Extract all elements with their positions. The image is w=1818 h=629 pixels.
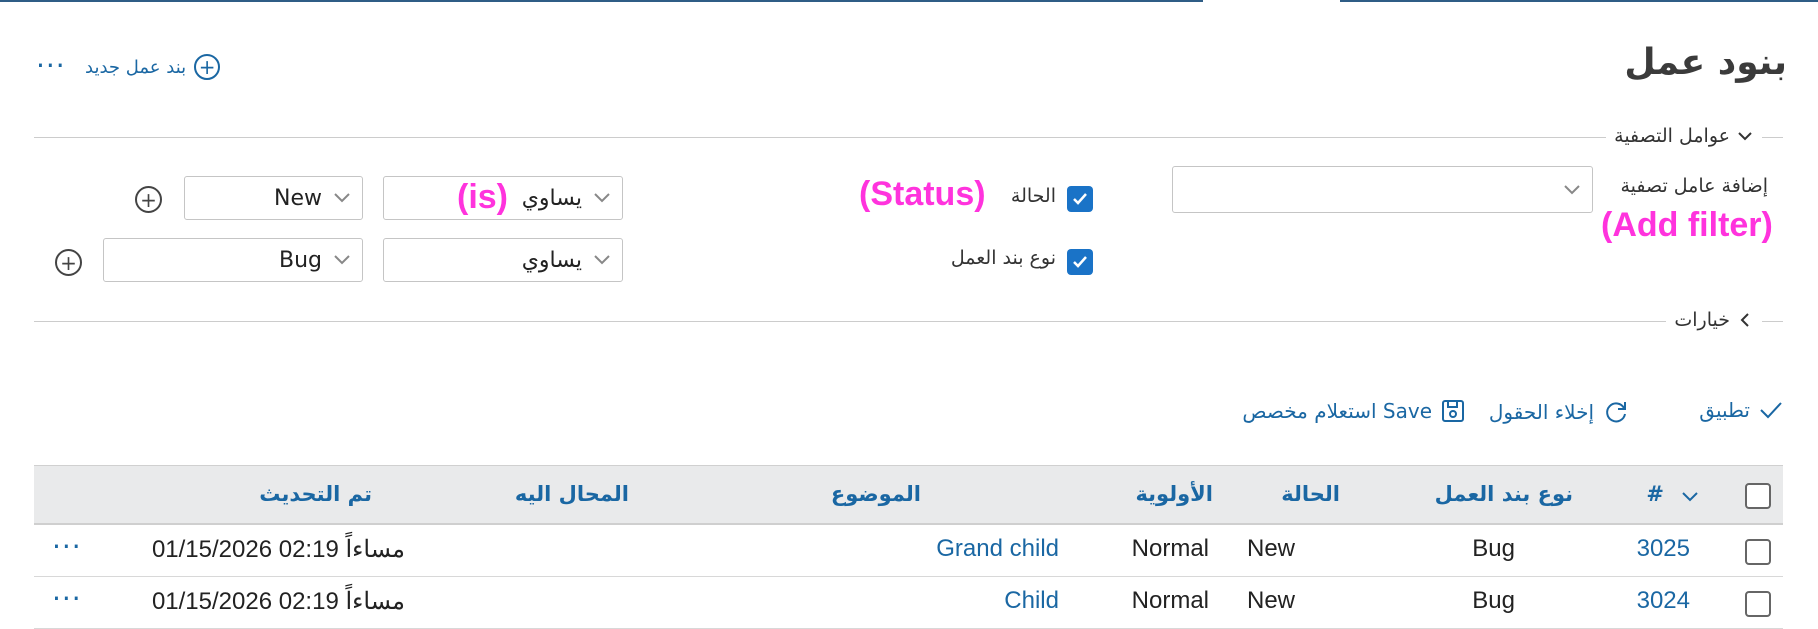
add-type-value-button[interactable]: +: [55, 249, 82, 276]
row-more-icon[interactable]: ···: [52, 533, 82, 561]
status-filter-checkbox[interactable]: [1067, 186, 1093, 212]
column-header-priority[interactable]: الأولوية: [1135, 482, 1213, 506]
clear-label: إخلاء الحقول: [1488, 400, 1594, 424]
column-header-updated[interactable]: تم التحديث: [259, 482, 372, 506]
work-package-updated: مساءاً 02:19 01/15/2026: [151, 588, 405, 615]
plus-circle-icon: +: [140, 187, 157, 212]
page-title: بنود عمل: [1624, 42, 1787, 83]
work-package-priority: Normal: [1131, 587, 1209, 614]
type-value-select[interactable]: Bug: [103, 238, 363, 282]
options-toggle[interactable]: خيارات: [1666, 309, 1762, 331]
column-header-status[interactable]: الحالة: [1281, 482, 1340, 506]
row-select-checkbox[interactable]: [1745, 539, 1771, 565]
options-title: خيارات: [1674, 309, 1730, 331]
table-row[interactable]: 3025 Bug New Normal Grand child مساءاً 0…: [34, 525, 1783, 577]
type-value: Bug: [278, 247, 322, 273]
row-more-icon[interactable]: ···: [52, 585, 82, 613]
work-package-updated: مساءاً 02:19 01/15/2026: [151, 536, 405, 563]
column-header-type[interactable]: نوع بند العمل: [1435, 482, 1573, 506]
plus-circle-icon: +: [194, 54, 221, 80]
chevron-down-icon: [594, 193, 610, 203]
work-package-priority: Normal: [1131, 535, 1209, 562]
work-package-type: Bug: [1472, 587, 1515, 614]
type-filter-checkbox[interactable]: [1067, 249, 1093, 275]
filters-title: عوامل التصفية: [1614, 125, 1730, 147]
chevron-down-icon: [1564, 185, 1580, 195]
work-package-status: New: [1246, 587, 1295, 614]
status-operator-value: يساوي: [521, 185, 582, 211]
row-select-checkbox[interactable]: [1745, 591, 1771, 617]
column-header-subject[interactable]: الموضوع: [831, 482, 921, 506]
status-filter-label: الحالة: [1010, 185, 1056, 207]
refresh-icon: [1606, 402, 1626, 423]
work-package-id-link[interactable]: 3025: [1637, 535, 1690, 563]
status-annotation: (Status): [859, 175, 986, 213]
filters-divider: [34, 137, 1783, 138]
check-icon: [1073, 193, 1087, 205]
top-border-right: [1340, 0, 1818, 2]
status-operator-select[interactable]: (is) يساوي: [383, 176, 623, 220]
column-header-assignee[interactable]: المحال اليه: [515, 482, 629, 506]
chevron-down-icon: [334, 193, 350, 203]
new-work-package-button[interactable]: + بند عمل جديد: [85, 54, 221, 80]
chevron-down-icon: [334, 255, 350, 265]
select-all-checkbox[interactable]: [1745, 483, 1771, 509]
save-icon: [1442, 400, 1464, 422]
add-status-value-button[interactable]: +: [135, 186, 162, 213]
type-filter-label: نوع بند العمل: [950, 247, 1056, 269]
add-filter-select[interactable]: [1172, 166, 1593, 213]
clear-button[interactable]: إخلاء الحقول: [1489, 398, 1630, 426]
work-package-type: Bug: [1472, 535, 1515, 562]
is-annotation: (is): [457, 178, 508, 216]
chevron-down-icon: [594, 255, 610, 265]
column-header-id[interactable]: #: [1646, 482, 1664, 506]
work-package-id-link[interactable]: 3024: [1637, 587, 1690, 615]
chevron-down-icon[interactable]: [1679, 485, 1701, 507]
new-work-package-label: بند عمل جديد: [85, 56, 187, 78]
add-filter-annotation: (Add filter): [1601, 206, 1773, 244]
chevron-down-icon: [1738, 132, 1752, 141]
add-filter-label: إضافة عامل تصفية: [1620, 175, 1768, 197]
table-header: # نوع بند العمل الحالة الأولوية الموضوع …: [34, 465, 1783, 525]
apply-button[interactable]: تطبيق: [1699, 398, 1784, 422]
save-query-label: Save استعلام مخصص: [1242, 399, 1432, 423]
status-value-select[interactable]: New: [184, 176, 363, 220]
type-operator-select[interactable]: يساوي: [383, 238, 623, 282]
filters-toggle[interactable]: عوامل التصفية: [1606, 125, 1762, 147]
status-value: New: [274, 185, 322, 211]
work-package-subject-link[interactable]: Child: [1004, 587, 1059, 615]
more-menu-icon[interactable]: ···: [36, 52, 66, 80]
save-query-button[interactable]: Save استعلام مخصص: [1242, 398, 1466, 424]
apply-label: تطبيق: [1699, 398, 1750, 422]
work-package-status: New: [1246, 535, 1295, 562]
table-row[interactable]: 3024 Bug New Normal Child مساءاً 02:19 0…: [34, 577, 1783, 629]
work-package-subject-link[interactable]: Grand child: [936, 535, 1059, 563]
plus-circle-icon: +: [60, 250, 77, 275]
type-operator-value: يساوي: [521, 247, 582, 273]
chevron-left-icon: [1740, 313, 1749, 327]
options-divider: [34, 321, 1783, 322]
top-border-left: [0, 0, 1203, 2]
check-icon: [1073, 256, 1087, 268]
check-icon: [1760, 402, 1782, 419]
